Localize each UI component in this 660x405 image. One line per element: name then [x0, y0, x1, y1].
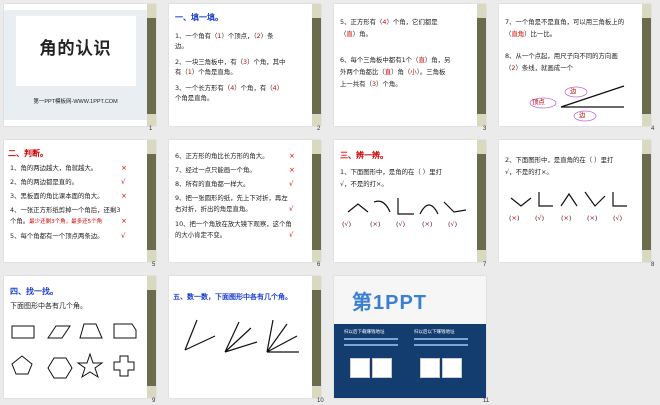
text-line: 5、正方形有（4）个角，它们都是	[340, 18, 438, 26]
qr-code-icon	[372, 358, 392, 378]
slide-title: 角的认识	[39, 39, 112, 59]
answer-box: (√)	[342, 220, 352, 228]
text-line: 9、把一张圆形的纸，先上下对折，再左	[175, 194, 288, 202]
footer-text: 第一PPT模板网-WWW.1PPT.COM	[33, 99, 118, 105]
slide-number-10: 10	[317, 398, 324, 404]
right-angle-figures	[510, 191, 627, 207]
slide-thumbnail-11[interactable]: 第1PPT 扫以后下载赚钱地址 扫以后以下赚钱地址	[334, 276, 486, 398]
counting-angle-figures	[184, 319, 299, 353]
angle-diagram	[529, 85, 625, 122]
text-line: 2、一块三角板中，有（3）个角，其中	[175, 58, 286, 66]
text-line: 6、正方形的角比长方形的角大。	[175, 152, 269, 160]
slide-number-3: 3	[483, 126, 487, 132]
slide-number-9: 9	[152, 398, 156, 404]
slide-number-2: 2	[317, 126, 321, 132]
text-line: 3、一个长方形有（4）个角，有（4）	[175, 84, 284, 92]
text-line: 右对折，折出的角是直角。	[175, 205, 252, 213]
answer-mark: ×	[289, 152, 295, 160]
answer-box: (√)	[396, 220, 406, 228]
text-line: 外两个角都比（直）角（小）。三角板	[340, 68, 446, 76]
answer-box: (√)	[613, 214, 623, 222]
slide-thumbnail-3[interactable]: 5、正方形有（4）个角，它们都是 （直）角。 6、每个三角板中都有1个（直）角，…	[334, 4, 486, 126]
answer-mark: ×	[289, 166, 295, 174]
slide-thumbnail-6[interactable]: 6、正方形的角比长方形的角大。 × 7、经过一点只能画一个角。 × 8、所有的直…	[169, 140, 321, 262]
slide-number-8: 8	[651, 262, 655, 268]
slide-thumbnail-2[interactable]: 一、填一填。 1、一个角有（1）个顶点，（2）条 边。 2、一块三角板中，有（3…	[169, 4, 321, 126]
text-line: 4、一张正方形纸剪掉一个角后，还剩3	[10, 206, 121, 214]
qr-code-icon	[350, 358, 370, 378]
answer-box: (×)	[509, 214, 520, 222]
answer-mark: √	[289, 180, 294, 188]
vertex-label: 顶点	[532, 98, 545, 106]
text-line: 1、角的两边越大，角就越大。	[10, 164, 98, 172]
text-line: 6、每个三角板中都有1个（直）角，另	[340, 56, 451, 64]
promo-text: 扫以后以下赚钱地址	[414, 330, 455, 335]
slide-heading: 一、填一填。	[175, 13, 223, 22]
answer-mark: √	[289, 231, 294, 239]
slide-number-6: 6	[317, 262, 321, 268]
text-line: 个角。最少还剩3个角，最多还5个角	[10, 217, 103, 225]
slide-number-11: 11	[483, 398, 490, 404]
slide-number-1: 1	[149, 126, 153, 132]
slide-thumbnail-9[interactable]: 四、找一找。 下面图形中各有几个角。	[4, 276, 156, 398]
text-line: 1、一个角有（1）个顶点，（2）条	[175, 32, 274, 40]
answer-box: (×)	[587, 214, 598, 222]
answer-mark: √	[121, 232, 126, 240]
ppt-logo: 第1PPT	[352, 292, 428, 314]
answer-mark: ×	[121, 164, 127, 172]
edge-label-bottom: 边	[579, 111, 586, 119]
slide-thumbnail-4[interactable]: 7、一个角是不是直角，可以用三角板上的 （直角）比一比。 8、从一个点起，用尺子…	[499, 4, 651, 126]
answer-box: (×)	[370, 220, 381, 228]
edge-label-top: 边	[570, 87, 577, 95]
text-line: 2、角的两边都是直的。	[10, 178, 78, 186]
qr-code-icon	[420, 358, 440, 378]
text-line: 个角是直角。	[175, 94, 214, 102]
side-band	[147, 4, 156, 126]
slide-number-4: 4	[651, 126, 655, 132]
answer-box: (×)	[561, 214, 572, 222]
answer-mark: √	[121, 178, 126, 186]
text-line: （直）角。	[340, 30, 372, 38]
slide-number-7: 7	[483, 262, 487, 268]
answer-mark: ×	[121, 217, 127, 225]
text-line: 5、每个角都有一个顶点两条边。	[10, 232, 104, 240]
promo-text: 扫以后下载赚钱地址	[344, 330, 385, 335]
qr-code-icon	[442, 358, 462, 378]
answer-box: (√)	[448, 220, 458, 228]
answer-box: (√)	[535, 214, 545, 222]
answer-mark: √	[289, 205, 294, 213]
slide-thumbnail-8[interactable]: 2、下面图形中，是直角的在（ ）里打 √，不是的打×。 (×) (√) (×) …	[499, 140, 651, 262]
angle-figures	[347, 198, 467, 215]
text-line: 有（1）个角是直角。	[175, 68, 237, 76]
text-line: 8、所有的直角都一样大。	[175, 180, 250, 188]
answer-mark: ×	[121, 192, 127, 200]
slide-thumbnail-1[interactable]: 角的认识 第一PPT模板网-WWW.1PPT.COM 1	[4, 4, 156, 126]
slide-thumbnail-7[interactable]: 三、辨一辨。 1、下面图形中，是角的在（ ）里打 √，不是的打×。 (√) (×…	[334, 140, 486, 262]
answer-box: (×)	[422, 220, 433, 228]
text-line: 3、黑板面的角比课本面的角大。	[10, 192, 104, 200]
slide-thumbnail-5[interactable]: 二、判断。 1、角的两边越大，角就越大。 × 2、角的两边都是直的。 √ 3、黑…	[4, 140, 156, 262]
slide-number-5: 5	[152, 262, 156, 268]
shape-figures	[11, 323, 137, 379]
text-line: 边。	[175, 42, 188, 50]
slide-heading: 二、判断。	[8, 149, 48, 158]
text-line: 的大小肯定不变。	[175, 231, 227, 239]
text-line: 7、经过一点只能画一个角。	[175, 166, 256, 174]
text-line: 上一共有（3）个角。	[340, 80, 402, 88]
slide-thumbnail-10[interactable]: 五、数一数，下面图形中各有几个角。	[169, 276, 321, 398]
text-line: 10、把一个角放在放大镜下观察，这个角	[175, 220, 292, 228]
